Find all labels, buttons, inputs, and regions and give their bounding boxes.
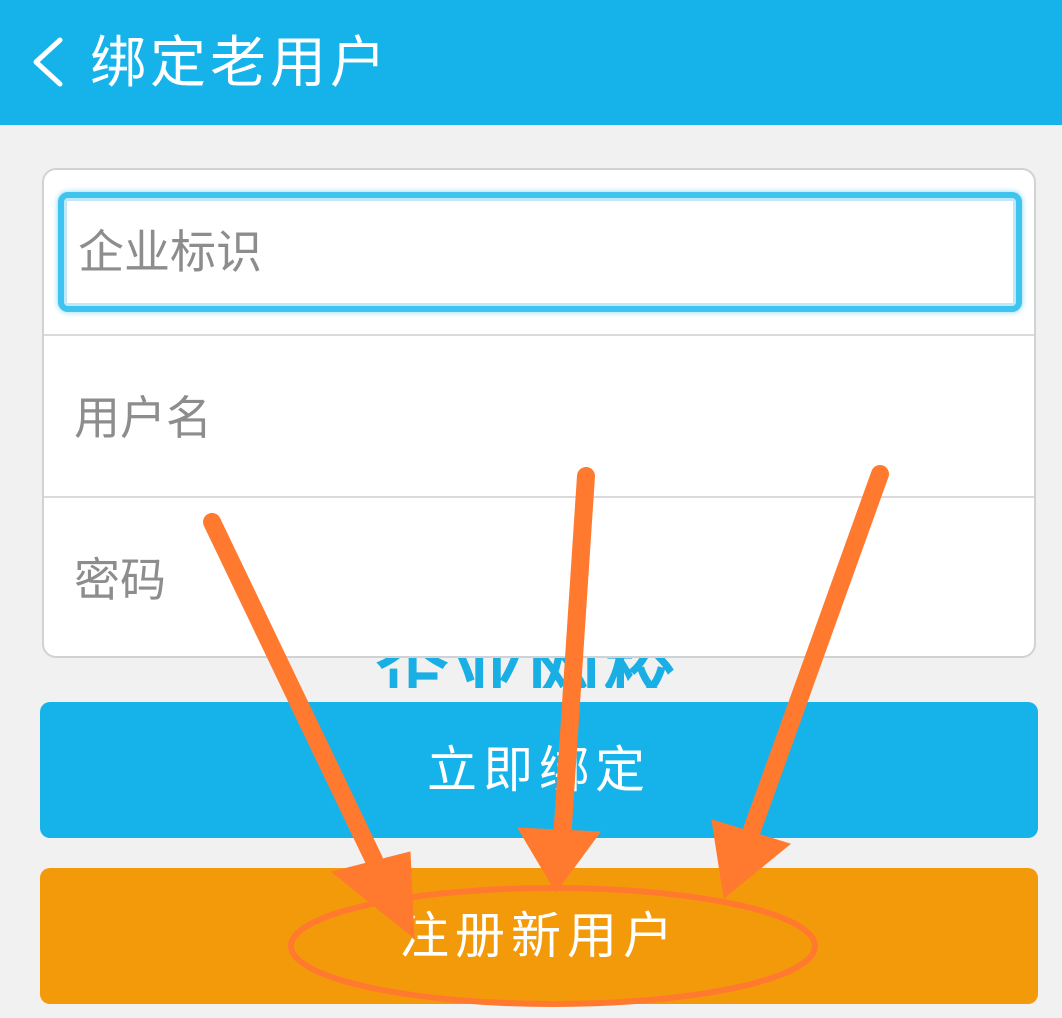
page-title: 绑定老用户	[90, 31, 390, 96]
app-screen: 绑定老用户 企业网校 立即绑定 注册新用户	[0, 0, 1062, 1018]
field-divider	[44, 496, 1034, 498]
username-input[interactable]	[44, 338, 1034, 498]
password-input[interactable]	[44, 500, 1034, 656]
chevron-left-icon[interactable]	[28, 36, 68, 88]
app-header: 绑定老用户	[0, 0, 1062, 125]
field-divider	[44, 334, 1034, 336]
register-new-user-button[interactable]: 注册新用户	[40, 868, 1038, 1004]
bind-now-button[interactable]: 立即绑定	[40, 702, 1038, 838]
company-id-input[interactable]	[58, 192, 1022, 312]
login-form-card	[42, 168, 1036, 658]
